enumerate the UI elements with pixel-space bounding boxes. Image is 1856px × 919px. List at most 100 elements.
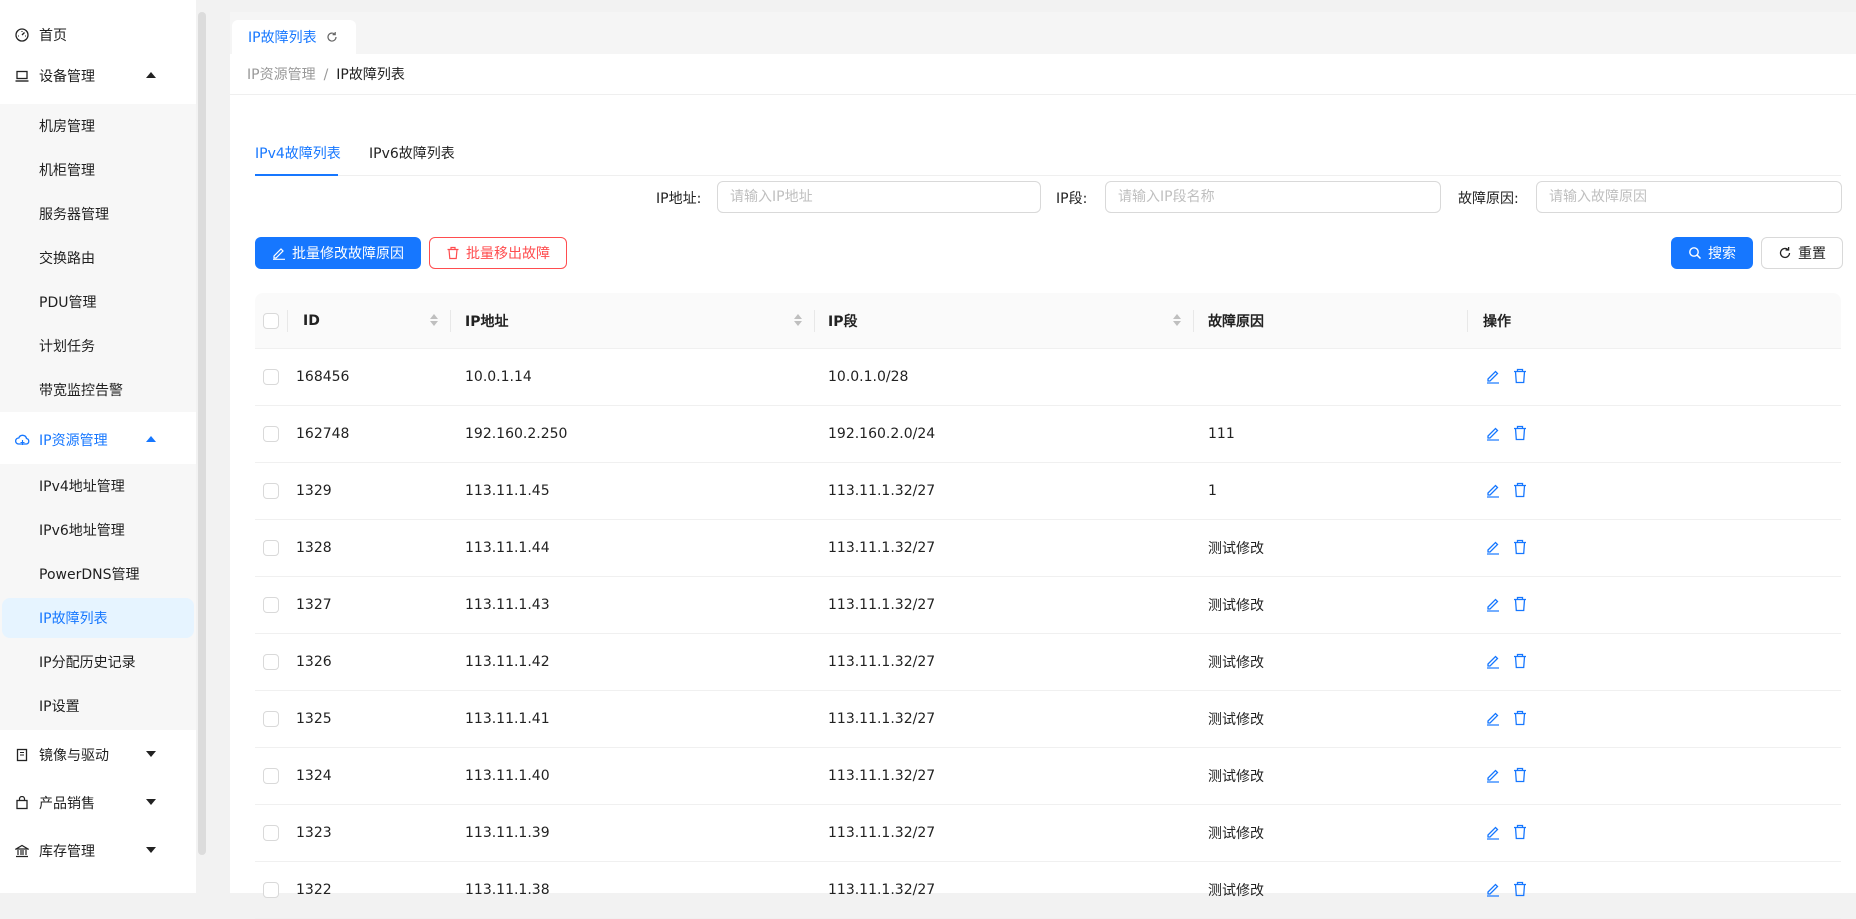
select-all-checkbox[interactable] [263,313,279,329]
cell-reason: 测试修改 [1208,712,1264,728]
edit-icon[interactable] [1485,368,1503,386]
delete-icon[interactable] [1512,425,1530,443]
sidebar-item-server[interactable]: 服务器管理 [0,192,196,236]
sidebar-item-ip-fault-list[interactable]: IP故障列表 [2,598,194,638]
delete-icon[interactable] [1512,824,1530,842]
breadcrumb-parent[interactable]: IP资源管理 [247,67,316,83]
fault-reason-input[interactable] [1536,181,1842,213]
column-separator [1467,310,1468,332]
tab-active-indicator [255,174,338,176]
search-button[interactable]: 搜索 [1671,237,1753,269]
batch-remove-fault-button[interactable]: 批量移出故障 [429,237,567,269]
sidebar-scrollbar[interactable] [198,12,206,855]
delete-icon[interactable] [1512,596,1530,614]
cell-ip: 113.11.1.41 [465,711,550,727]
search-icon [1688,246,1702,260]
dashboard-icon [14,27,30,43]
sidebar-item-ip-history[interactable]: IP分配历史记录 [0,640,196,684]
sidebar-item-ipv4[interactable]: IPv4地址管理 [0,464,196,508]
cloud-icon [14,432,30,448]
column-separator [450,310,451,332]
delete-icon[interactable] [1512,881,1530,899]
ip-submenu: IPv4地址管理 IPv6地址管理 PowerDNS管理 IP故障列表 IP分配… [0,464,196,730]
row-checkbox[interactable] [263,711,279,727]
sidebar-item-cabinet[interactable]: 机柜管理 [0,148,196,192]
edit-icon[interactable] [1485,824,1503,842]
row-checkbox[interactable] [263,426,279,442]
cell-id: 1329 [296,483,332,499]
row-checkbox[interactable] [263,540,279,556]
table-row: 168456 10.0.1.14 10.0.1.0/28 [255,349,1841,406]
sidebar-item-powerdns[interactable]: PowerDNS管理 [0,552,196,596]
delete-icon[interactable] [1512,539,1530,557]
sidebar-item-ip-resource[interactable]: IP资源管理 [0,416,196,464]
edit-icon[interactable] [1485,653,1503,671]
row-checkbox[interactable] [263,825,279,841]
column-header-segment[interactable]: IP段 [828,293,857,349]
page-tab-ip-fault-list[interactable]: IP故障列表 [232,20,356,54]
ip-address-label: IP地址: [656,191,702,207]
ip-address-input[interactable] [717,181,1041,213]
sort-icon[interactable] [1173,314,1181,328]
delete-icon[interactable] [1512,653,1530,671]
edit-icon[interactable] [1485,482,1503,500]
edit-icon[interactable] [1485,596,1503,614]
delete-icon[interactable] [1512,368,1530,386]
sidebar-item-ip-settings[interactable]: IP设置 [0,684,196,728]
column-header-ip[interactable]: IP地址 [465,293,508,349]
sidebar-item-scheduled-task[interactable]: 计划任务 [0,324,196,368]
cell-segment: 113.11.1.32/27 [828,483,936,499]
sidebar-item-ipv6[interactable]: IPv6地址管理 [0,508,196,552]
sidebar-item-device-management[interactable]: 设备管理 [0,52,196,100]
laptop-icon [14,68,30,84]
delete-icon[interactable] [1512,710,1530,728]
delete-icon[interactable] [1512,767,1530,785]
row-checkbox[interactable] [263,768,279,784]
sort-icon[interactable] [430,314,438,328]
delete-icon[interactable] [1512,482,1530,500]
row-checkbox[interactable] [263,369,279,385]
cell-segment: 113.11.1.32/27 [828,825,936,841]
batch-edit-reason-button[interactable]: 批量修改故障原因 [255,237,421,269]
sidebar-item-pdu[interactable]: PDU管理 [0,280,196,324]
delete-icon [446,246,460,260]
edit-icon[interactable] [1485,539,1503,557]
column-separator [1193,310,1194,332]
column-header-id[interactable]: ID [303,293,320,349]
cell-reason: 测试修改 [1208,769,1264,785]
row-checkbox[interactable] [263,483,279,499]
sidebar-item-idc[interactable]: 机房管理 [0,104,196,148]
chevron-down-icon [146,751,156,757]
sidebar-item-bandwidth-alert[interactable]: 带宽监控告警 [0,368,196,412]
row-checkbox[interactable] [263,597,279,613]
edit-icon[interactable] [1485,425,1503,443]
sort-icon[interactable] [794,314,802,328]
shopping-bag-icon [14,795,30,811]
sidebar-item-switch[interactable]: 交换路由 [0,236,196,280]
edit-icon[interactable] [1485,881,1503,899]
reset-button[interactable]: 重置 [1761,237,1843,269]
book-icon [14,747,30,763]
ip-segment-input[interactable] [1105,181,1441,213]
table-row: 162748 192.160.2.250 192.160.2.0/24 111 [255,406,1841,463]
cell-id: 168456 [296,369,350,385]
edit-icon[interactable] [1485,767,1503,785]
refresh-icon[interactable] [326,31,338,43]
row-checkbox[interactable] [263,654,279,670]
cell-ip: 192.160.2.250 [465,426,568,442]
sidebar-item-image-driver[interactable]: 镜像与驱动 [0,731,196,779]
sidebar-item-inventory[interactable]: 库存管理 [0,827,196,875]
cell-id: 1328 [296,540,332,556]
sidebar-item-product-sales[interactable]: 产品销售 [0,779,196,827]
device-submenu: 机房管理 机柜管理 服务器管理 交换路由 PDU管理 计划任务 带宽监控告警 [0,104,196,412]
table-row: 1326 113.11.1.42 113.11.1.32/27 测试修改 [255,634,1841,691]
tab-ipv4-fault-list[interactable]: IPv4故障列表 [255,130,341,176]
row-checkbox[interactable] [263,882,279,898]
edit-icon[interactable] [1485,710,1503,728]
sidebar-item-label: 首页 [39,28,67,44]
cell-id: 1322 [296,882,332,898]
sidebar-item-label: 设备管理 [39,69,95,85]
cell-ip: 113.11.1.38 [465,882,550,898]
tab-ipv6-fault-list[interactable]: IPv6故障列表 [369,130,455,176]
cell-id: 1326 [296,654,332,670]
